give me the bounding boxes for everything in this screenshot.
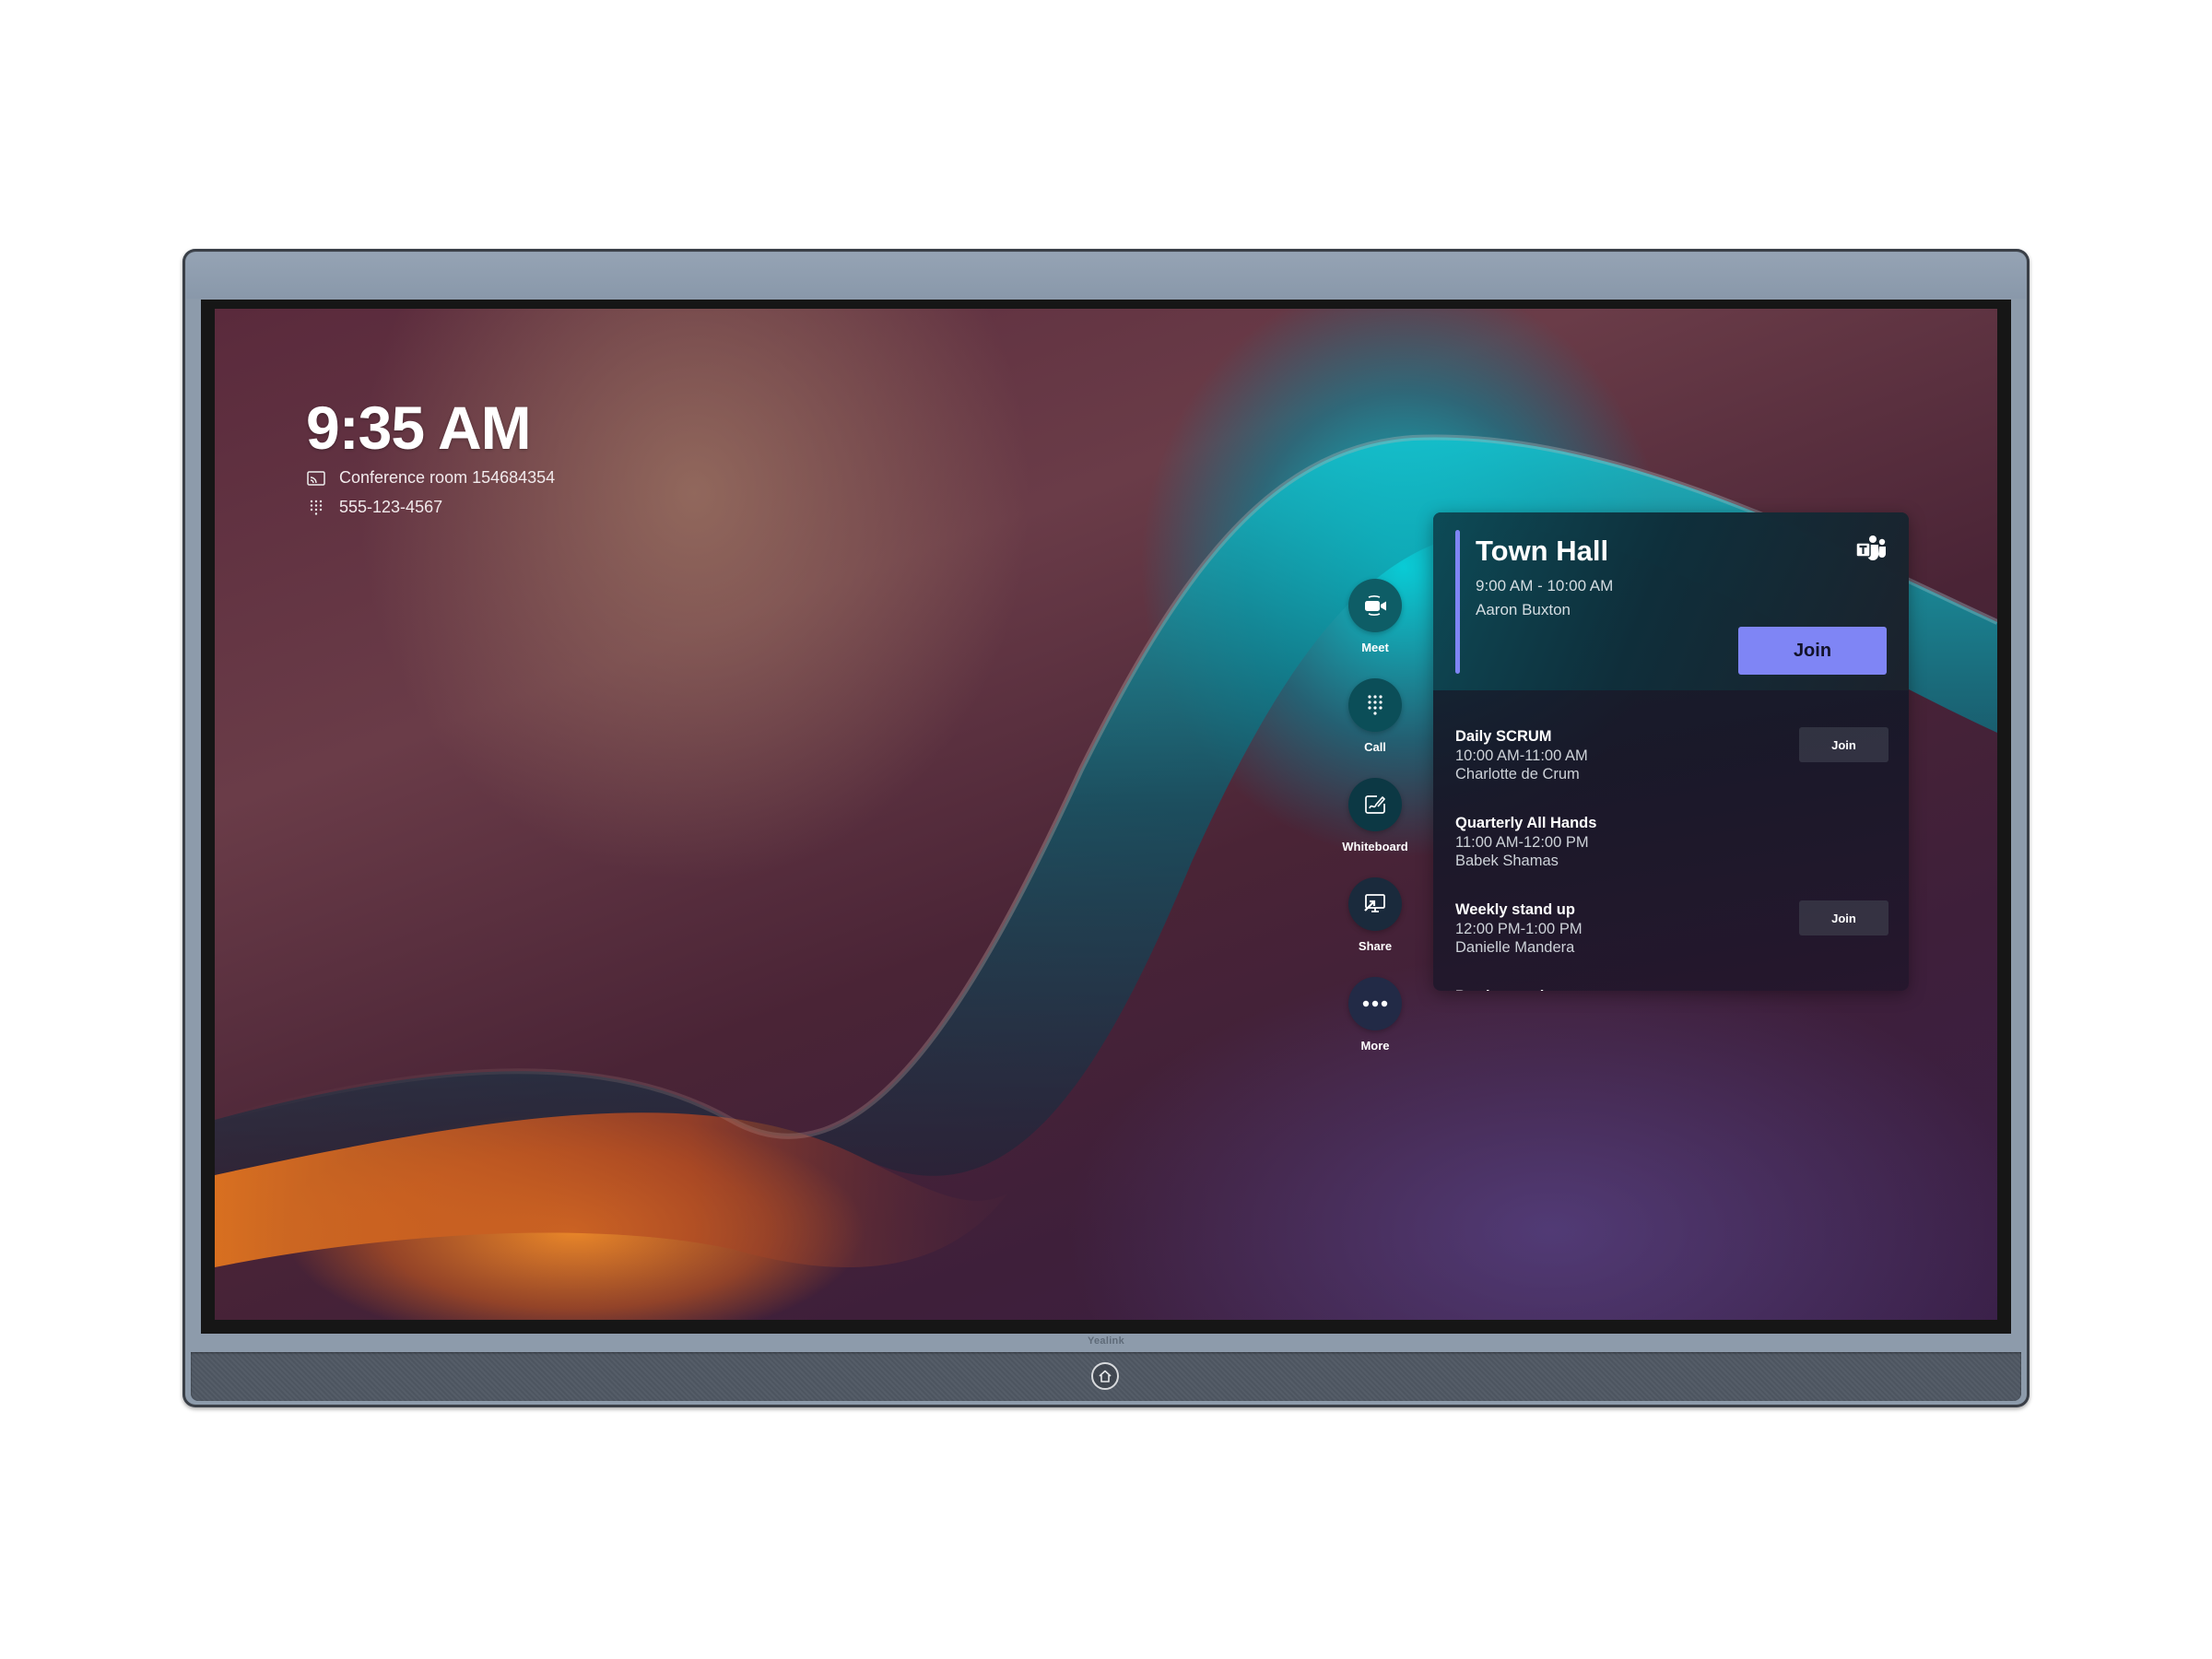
whiteboard-button[interactable]: Whiteboard xyxy=(1342,778,1408,853)
meeting-accent-bar xyxy=(1455,530,1460,674)
phone-info: 555-123-4567 xyxy=(306,498,442,517)
home-button[interactable] xyxy=(1091,1362,1119,1390)
meeting-organizer: Babek Shamas xyxy=(1455,853,1559,869)
featured-meeting-time: 9:00 AM - 10:00 AM xyxy=(1476,577,1614,594)
meeting-list-item[interactable]: Quarterly All Hands 11:00 AM-12:00 PM Ba… xyxy=(1455,814,1888,878)
meeting-title: Quarterly All Hands xyxy=(1455,815,1597,831)
share-button[interactable]: Share xyxy=(1347,877,1403,953)
more-circle xyxy=(1348,977,1402,1030)
share-label: Share xyxy=(1358,939,1393,953)
join-town-hall-button[interactable]: Join xyxy=(1738,627,1887,675)
featured-meeting-organizer: Aaron Buxton xyxy=(1476,601,1571,618)
dialpad-icon xyxy=(1368,695,1382,715)
home-icon xyxy=(1099,1370,1112,1382)
meeting-list-item[interactable]: Daily SCRUM 10:00 AM-11:00 AM Charlotte … xyxy=(1455,727,1888,792)
call-label: Call xyxy=(1364,740,1386,754)
featured-meeting-title: Town Hall xyxy=(1476,535,1609,567)
more-button[interactable]: More xyxy=(1347,977,1403,1053)
featured-meeting[interactable]: Town Hall 9:00 AM - 10:00 AM Aaron Buxto… xyxy=(1433,512,1909,690)
meeting-organizer: Charlotte de Crum xyxy=(1455,766,1580,782)
room-info: Conference room 154684354 xyxy=(306,468,555,488)
meet-label: Meet xyxy=(1361,641,1389,654)
meeting-organizer: Danielle Mandera xyxy=(1455,939,1575,956)
frame-top-edge xyxy=(186,253,2026,299)
phone-number: 555-123-4567 xyxy=(339,498,443,516)
share-screen-icon xyxy=(1364,894,1385,912)
meetings-panel: Town Hall 9:00 AM - 10:00 AM Aaron Buxto… xyxy=(1433,512,1909,991)
meeting-time: 11:00 AM-12:00 PM xyxy=(1455,834,1589,851)
more-label: More xyxy=(1360,1039,1390,1053)
whiteboard-icon xyxy=(1365,795,1385,814)
join-daily-scrum-button[interactable]: Join xyxy=(1799,727,1888,762)
meet-button[interactable]: Meet xyxy=(1347,579,1403,654)
meeting-list-item[interactable]: Product review xyxy=(1455,987,1888,991)
teams-icon xyxy=(1855,535,1886,560)
clock: 9:35 AM xyxy=(306,394,532,462)
share-circle xyxy=(1348,877,1402,931)
whiteboard-label: Whiteboard xyxy=(1342,840,1408,853)
whiteboard-circle xyxy=(1348,778,1402,831)
dialpad-small-icon xyxy=(306,500,326,516)
call-button[interactable]: Call xyxy=(1347,678,1403,754)
meet-circle xyxy=(1348,579,1402,632)
meeting-list-item[interactable]: Weekly stand up 12:00 PM-1:00 PM Daniell… xyxy=(1455,900,1888,965)
more-icon xyxy=(1362,1000,1388,1007)
join-weekly-standup-button[interactable]: Join xyxy=(1799,900,1888,935)
video-camera-icon xyxy=(1365,595,1386,616)
brand-logo: Yealink xyxy=(1087,1335,1124,1347)
call-circle xyxy=(1348,678,1402,732)
room-name: Conference room 154684354 xyxy=(339,468,556,487)
cast-room-icon xyxy=(306,470,326,487)
